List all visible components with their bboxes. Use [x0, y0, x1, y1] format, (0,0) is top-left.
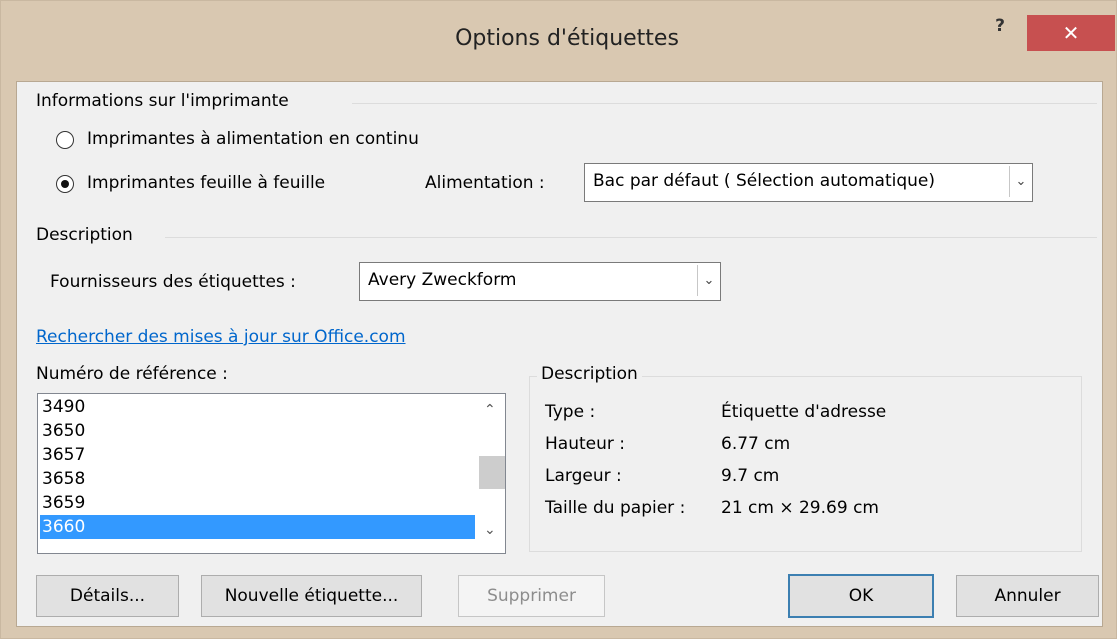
continuous-feed-label[interactable]: Imprimantes à alimentation en continu	[87, 129, 419, 149]
type-key: Type :	[545, 402, 596, 422]
cancel-button[interactable]: Annuler	[956, 575, 1099, 617]
type-value: Étiquette d'adresse	[721, 402, 887, 422]
list-scrollbar[interactable]: ⌃ ⌄	[475, 394, 505, 553]
product-number-list[interactable]: 3490 3650 3657 3658 3659 3660 ⌃ ⌄	[37, 393, 506, 554]
details-heading: Description	[537, 364, 642, 384]
paper-size-value: 21 cm × 29.69 cm	[721, 498, 879, 518]
vendor-label: Fournisseurs des étiquettes :	[50, 272, 296, 292]
chevron-down-icon[interactable]: ⌄	[484, 522, 496, 538]
printer-info-heading: Informations sur l'imprimante	[36, 91, 289, 111]
chevron-down-icon[interactable]: ⌄	[697, 265, 720, 296]
width-value: 9.7 cm	[721, 466, 780, 486]
paper-size-key: Taille du papier :	[545, 498, 686, 518]
height-value: 6.77 cm	[721, 434, 791, 454]
vendor-dropdown[interactable]: Avery Zweckform ⌄	[359, 262, 721, 301]
list-item[interactable]: 3490	[40, 395, 475, 419]
help-button[interactable]: ?	[985, 16, 1015, 44]
dialog-frame: Options d'étiquettes ? ✕ Informations su…	[0, 0, 1117, 639]
list-item[interactable]: 3659	[40, 491, 475, 515]
product-number-label: Numéro de référence :	[36, 364, 228, 384]
list-item[interactable]: 3650	[40, 419, 475, 443]
update-link[interactable]: Rechercher des mises à jour sur Office.c…	[36, 327, 406, 347]
list-item[interactable]: 3658	[40, 467, 475, 491]
close-button[interactable]: ✕	[1027, 15, 1115, 51]
details-button[interactable]: Détails...	[36, 575, 179, 617]
page-printers-radio[interactable]	[56, 175, 74, 193]
description-heading: Description	[36, 225, 133, 245]
tray-value: Bac par défaut ( Sélection automatique)	[593, 171, 935, 191]
chevron-up-icon[interactable]: ⌃	[484, 402, 496, 418]
new-label-button[interactable]: Nouvelle étiquette...	[201, 575, 422, 617]
title-bar[interactable]: Options d'étiquettes ? ✕	[2, 2, 1115, 80]
group-divider	[352, 103, 1097, 104]
ok-button[interactable]: OK	[788, 574, 934, 618]
list-item[interactable]: 3657	[40, 443, 475, 467]
dialog-body: Informations sur l'imprimante Imprimante…	[16, 81, 1103, 627]
page-printers-label[interactable]: Imprimantes feuille à feuille	[87, 173, 325, 193]
tray-label: Alimentation :	[425, 173, 545, 193]
delete-button[interactable]: Supprimer	[458, 575, 605, 617]
width-key: Largeur :	[545, 466, 622, 486]
height-key: Hauteur :	[545, 434, 625, 454]
group-divider	[165, 237, 1097, 238]
continuous-feed-radio[interactable]	[56, 131, 74, 149]
tray-dropdown[interactable]: Bac par défaut ( Sélection automatique) …	[584, 163, 1033, 202]
list-item-selected[interactable]: 3660	[40, 515, 475, 539]
dialog-title: Options d'étiquettes	[455, 26, 679, 51]
chevron-down-icon[interactable]: ⌄	[1009, 166, 1032, 197]
scrollbar-thumb[interactable]	[479, 456, 505, 489]
vendor-value: Avery Zweckform	[368, 270, 517, 290]
